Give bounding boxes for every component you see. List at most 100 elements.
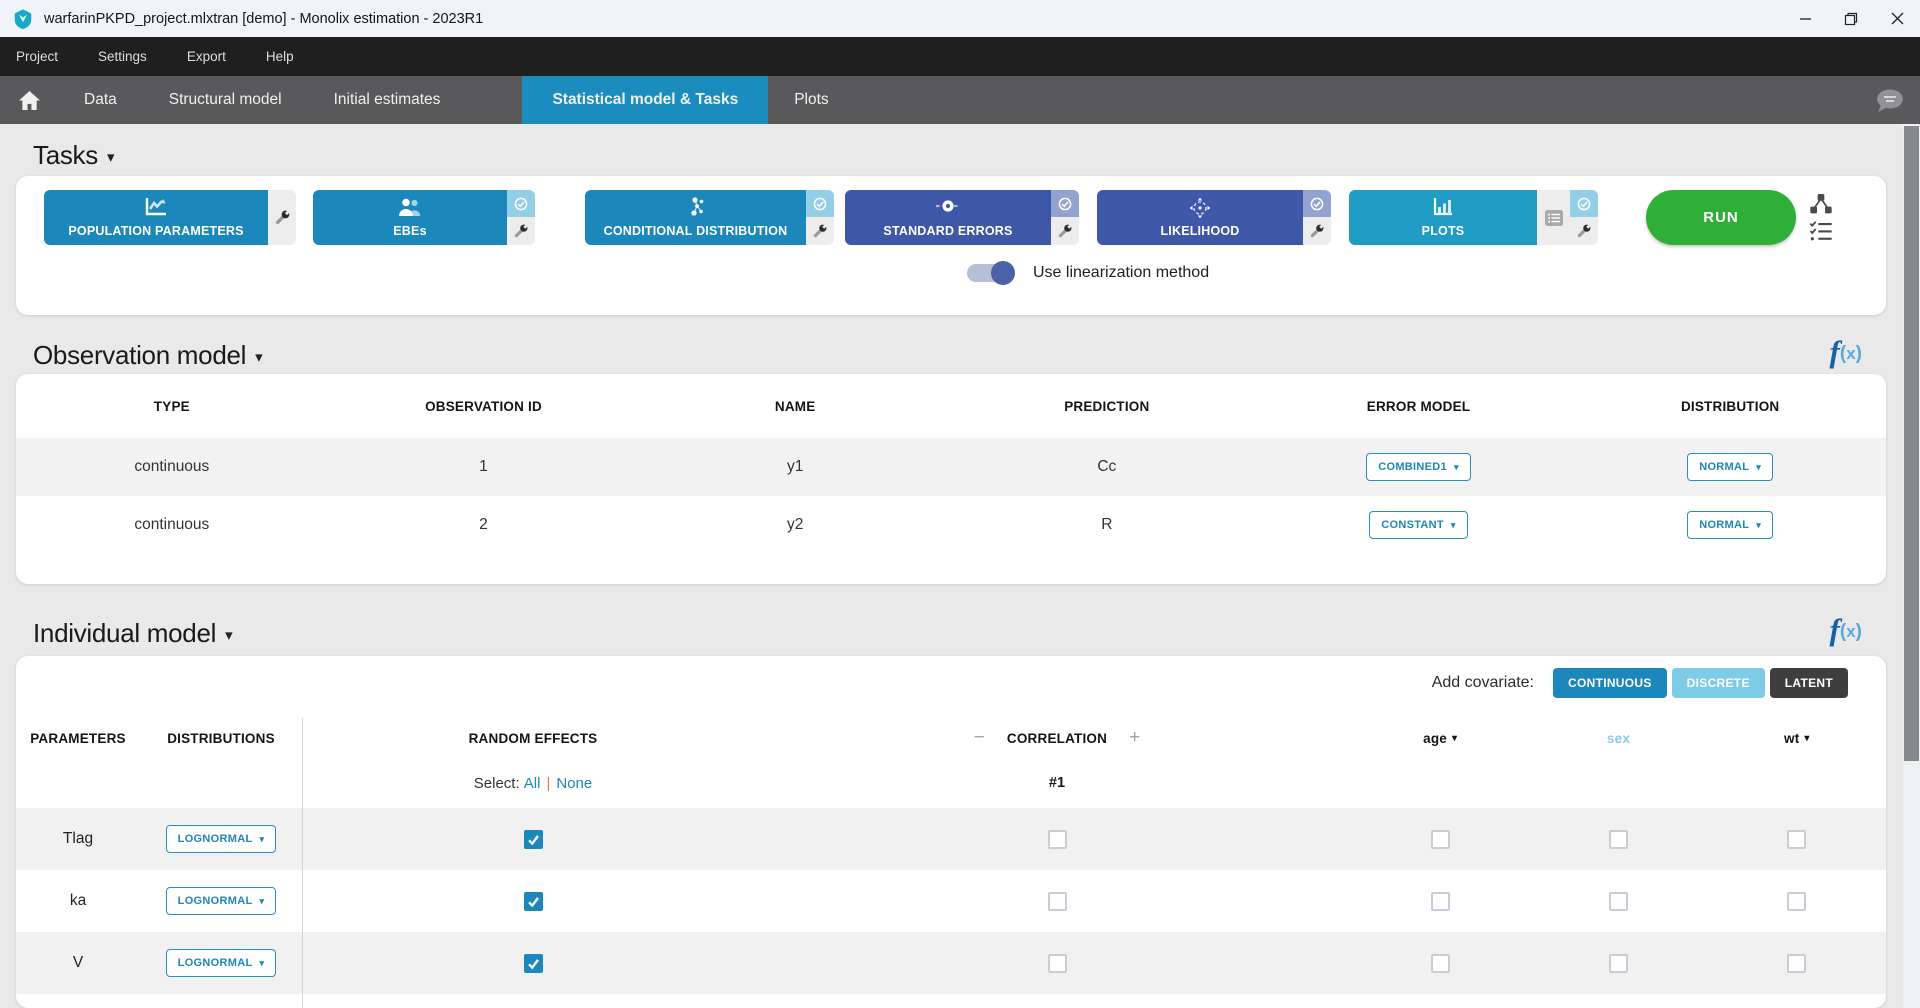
minimize-button[interactable] [1782, 0, 1828, 37]
check-circle-icon [1310, 197, 1324, 211]
close-button[interactable] [1874, 0, 1920, 37]
conditional-distribution-enabled-badge[interactable] [806, 190, 834, 217]
task-label: PLOTS [1422, 224, 1465, 238]
sex-checkbox-tlag[interactable] [1609, 830, 1628, 849]
column-header-distribution: DISTRIBUTION [1574, 374, 1886, 438]
population-parameters-button[interactable]: POPULATION PARAMETERS [44, 190, 268, 245]
menu-settings[interactable]: Settings [98, 49, 147, 64]
likelihood-settings-button[interactable] [1303, 217, 1331, 245]
tab-home[interactable] [0, 76, 58, 124]
workflow-icon[interactable] [1809, 192, 1833, 216]
tab-data[interactable]: Data [58, 76, 143, 124]
remove-correlation-button[interactable]: − [952, 727, 1007, 749]
tab-statistical-model-tasks[interactable]: Statistical model & Tasks [522, 76, 768, 124]
likelihood-side [1303, 190, 1331, 245]
add-discrete-covariate-button[interactable]: DISCRETE [1672, 668, 1765, 698]
correlation-checkbox-v[interactable] [1048, 954, 1067, 973]
tab-initial-estimates[interactable]: Initial estimates [308, 76, 467, 124]
distribution-dropdown-v[interactable]: LOGNORMAL ▾ [166, 949, 277, 977]
task-label: CONDITIONAL DISTRIBUTION [604, 224, 788, 238]
plots-selection-button[interactable] [1537, 190, 1570, 245]
wt-checkbox-ka[interactable] [1787, 892, 1806, 911]
age-checkbox-v[interactable] [1431, 954, 1450, 973]
restore-button[interactable] [1828, 0, 1874, 37]
individual-formula-button[interactable]: f(x) [1830, 614, 1862, 645]
column-header-wt[interactable]: wt▾ [1708, 718, 1886, 758]
feedback-bubble-button[interactable] [1874, 88, 1906, 119]
menu-export[interactable]: Export [187, 49, 226, 64]
distribution-dropdown-y2[interactable]: NORMAL▾ [1687, 511, 1773, 539]
correlation-checkbox-tlag[interactable] [1048, 830, 1067, 849]
task-checklist-icon[interactable] [1809, 219, 1833, 243]
distribution-dropdown-tlag[interactable]: LOGNORMAL▾ [166, 825, 277, 853]
random-effect-checkbox-ka[interactable] [524, 892, 543, 911]
standard-errors-side [1051, 190, 1079, 245]
add-continuous-covariate-button[interactable]: CONTINUOUS [1553, 668, 1667, 698]
run-button[interactable]: RUN [1646, 190, 1796, 245]
run-side-icons [1805, 190, 1837, 245]
select-none-link[interactable]: None [556, 775, 592, 792]
tasks-title-text: Tasks [33, 140, 98, 170]
random-effect-checkbox-tlag[interactable] [524, 830, 543, 849]
tasks-section-title[interactable]: Tasks▾ [33, 140, 114, 171]
plots-button[interactable]: PLOTS [1349, 190, 1537, 245]
ebes-settings-button[interactable] [507, 217, 535, 245]
dropdown-value: NORMAL [1699, 461, 1749, 473]
task-label: POPULATION PARAMETERS [68, 224, 243, 238]
wt-checkbox-v[interactable] [1787, 954, 1806, 973]
fx-icon: f [1830, 614, 1840, 645]
task-population-parameters: POPULATION PARAMETERS [44, 190, 296, 245]
observation-formula-button[interactable]: f(x) [1830, 336, 1862, 367]
sex-checkbox-ka[interactable] [1609, 892, 1628, 911]
column-header-sex[interactable]: sex [1529, 718, 1707, 758]
menu-help[interactable]: Help [266, 49, 294, 64]
menu-project[interactable]: Project [16, 49, 58, 64]
check-icon [527, 957, 540, 970]
error-model-dropdown-y2[interactable]: CONSTANT▾ [1369, 511, 1468, 539]
standard-errors-button[interactable]: STANDARD ERRORS [845, 190, 1051, 245]
correlation-checkbox-ka[interactable] [1048, 892, 1067, 911]
vertical-scrollbar[interactable] [1903, 124, 1920, 1008]
add-correlation-button[interactable]: + [1107, 727, 1162, 749]
scrollbar-thumb[interactable] [1904, 126, 1919, 761]
conditional-distribution-settings-button[interactable] [806, 217, 834, 245]
conditional-distribution-button[interactable]: CONDITIONAL DISTRIBUTION [585, 190, 806, 245]
likelihood-enabled-badge[interactable] [1303, 190, 1331, 217]
standard-errors-settings-button[interactable] [1051, 217, 1079, 245]
standard-errors-enabled-badge[interactable] [1051, 190, 1079, 217]
plots-enabled-badge[interactable] [1570, 190, 1598, 217]
distribution-dropdown-y1[interactable]: NORMAL▾ [1687, 453, 1773, 481]
caret-down-icon: ▾ [259, 958, 264, 969]
age-checkbox-ka[interactable] [1431, 892, 1450, 911]
parameter-name: Tlag [16, 808, 140, 870]
population-parameters-settings-button[interactable] [268, 190, 296, 245]
check-circle-icon [1577, 197, 1591, 211]
dropdown-value: LOGNORMAL [178, 957, 253, 969]
likelihood-button[interactable]: LIKELIHOOD [1097, 190, 1303, 245]
select-all-link[interactable]: All [524, 775, 541, 792]
column-header-distributions: DISTRIBUTIONS [140, 718, 303, 758]
tab-plots[interactable]: Plots [768, 76, 854, 124]
column-header-age[interactable]: age▾ [1351, 718, 1529, 758]
error-model-dropdown-y1[interactable]: COMBINED1▾ [1366, 453, 1471, 481]
plots-settings-button[interactable] [1570, 217, 1598, 245]
wrench-icon [1576, 223, 1592, 239]
observation-model-section-title[interactable]: Observation model▾ [33, 340, 262, 371]
ebes-enabled-badge[interactable] [507, 190, 535, 217]
tab-structural-model[interactable]: Structural model [143, 76, 308, 124]
dropdown-value: COMBINED1 [1378, 461, 1447, 473]
main-tab-bar: Data Structural model Initial estimates … [0, 76, 1920, 124]
linearization-row: Use linearization method [967, 264, 1209, 282]
distribution-dropdown-ka[interactable]: LOGNORMAL▾ [166, 887, 277, 915]
random-effect-checkbox-v[interactable] [524, 954, 543, 973]
sex-checkbox-v[interactable] [1609, 954, 1628, 973]
task-label: LIKELIHOOD [1160, 224, 1239, 238]
linearization-toggle[interactable] [967, 264, 1013, 282]
people-icon [397, 197, 423, 217]
add-latent-covariate-button[interactable]: LATENT [1770, 668, 1848, 698]
linearization-label: Use linearization method [1033, 264, 1209, 282]
wt-checkbox-tlag[interactable] [1787, 830, 1806, 849]
ebes-button[interactable]: EBEs [313, 190, 507, 245]
individual-model-section-title[interactable]: Individual model▾ [33, 618, 232, 649]
age-checkbox-tlag[interactable] [1431, 830, 1450, 849]
